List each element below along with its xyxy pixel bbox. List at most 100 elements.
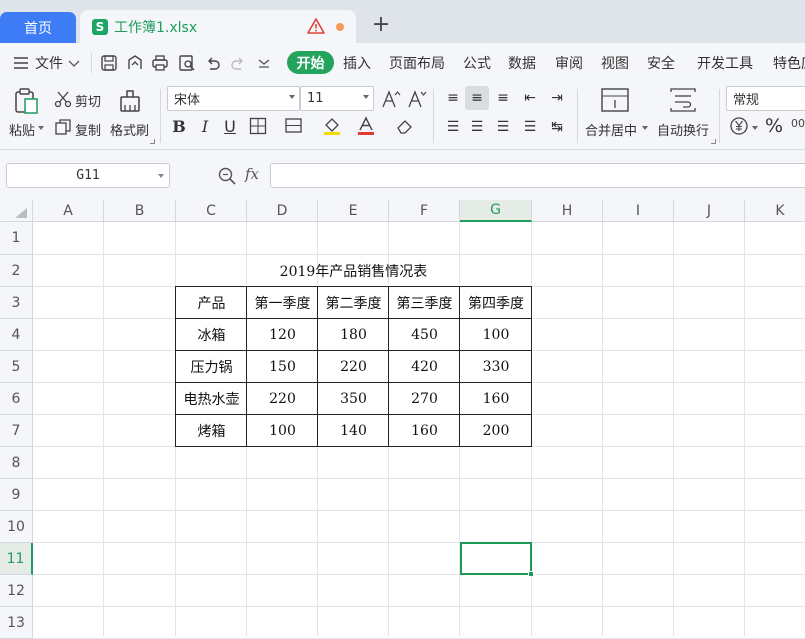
active-cell-selection[interactable] xyxy=(460,542,532,575)
chevron-down-icon[interactable] xyxy=(68,60,80,68)
column-header-j[interactable]: J xyxy=(674,200,745,222)
borders-icon[interactable] xyxy=(249,117,267,135)
export-icon[interactable] xyxy=(126,54,144,72)
column-header-i[interactable]: I xyxy=(603,200,674,222)
table-cell[interactable]: 180 xyxy=(318,319,389,351)
table-cell[interactable]: 烤箱 xyxy=(176,415,247,447)
menu-data[interactable]: 数据 xyxy=(508,53,536,73)
print-icon[interactable] xyxy=(151,54,169,72)
table-cell[interactable]: 220 xyxy=(318,351,389,383)
redo-icon[interactable] xyxy=(229,54,247,72)
table-cell[interactable]: 350 xyxy=(318,383,389,415)
table-cell[interactable]: 120 xyxy=(247,319,318,351)
align-right-icon[interactable]: ☰ xyxy=(491,115,515,139)
menu-view[interactable]: 视图 xyxy=(601,53,629,73)
align-middle-icon[interactable]: ≡ xyxy=(465,86,489,110)
menu-review[interactable]: 审阅 xyxy=(555,53,583,73)
menu-file[interactable]: 文件 xyxy=(35,53,63,73)
row-header-5[interactable]: 5 xyxy=(0,351,33,383)
distributed-icon[interactable]: ↹ xyxy=(545,115,569,139)
wrap-text-icon[interactable] xyxy=(668,87,698,113)
table-cell[interactable]: 330 xyxy=(460,351,532,383)
table-cell[interactable]: 100 xyxy=(247,415,318,447)
row-header-1[interactable]: 1 xyxy=(0,222,33,255)
increase-indent-icon[interactable]: ⇥ xyxy=(545,86,569,110)
paste-button[interactable]: 粘贴 xyxy=(9,120,35,139)
table-cell[interactable]: 160 xyxy=(460,383,532,415)
wrap-text-button[interactable]: 自动换行 xyxy=(657,120,709,139)
row-header-13[interactable]: 13 xyxy=(0,607,33,639)
print-preview-icon[interactable] xyxy=(178,54,196,72)
table-cell[interactable]: 220 xyxy=(247,383,318,415)
row-header-11[interactable]: 11 xyxy=(0,543,33,575)
name-box[interactable]: G11 xyxy=(6,163,170,188)
table-cell[interactable]: 冰箱 xyxy=(176,319,247,351)
column-header-d[interactable]: D xyxy=(247,200,318,222)
tab-home[interactable]: 首页 xyxy=(0,12,76,43)
copy-button[interactable]: 复制 xyxy=(75,120,101,139)
column-header-a[interactable]: A xyxy=(33,200,104,222)
merge-center-button[interactable]: 合并居中 xyxy=(585,120,637,139)
number-format-select[interactable]: 常规 xyxy=(726,86,805,111)
font-size-select[interactable]: 11 xyxy=(300,86,374,111)
table-cell[interactable]: 450 xyxy=(389,319,460,351)
font-color-icon[interactable] xyxy=(357,116,375,136)
select-all-icon[interactable] xyxy=(14,207,28,219)
save-icon[interactable] xyxy=(100,54,118,72)
italic-icon[interactable]: I xyxy=(193,114,217,138)
table-cell[interactable]: 160 xyxy=(389,415,460,447)
column-header-c[interactable]: C xyxy=(176,200,247,222)
column-header-k[interactable]: K xyxy=(745,200,805,222)
select-all-corner[interactable] xyxy=(0,200,33,222)
justify-icon[interactable]: ☰ xyxy=(518,115,542,139)
fill-color-icon[interactable] xyxy=(322,116,342,136)
underline-icon[interactable]: U xyxy=(218,114,242,138)
row-header-10[interactable]: 10 xyxy=(0,511,33,543)
insert-function-icon[interactable]: fx xyxy=(245,165,259,183)
eraser-icon[interactable] xyxy=(395,116,415,136)
bold-icon[interactable]: B xyxy=(167,114,191,138)
row-header-8[interactable]: 8 xyxy=(0,447,33,479)
row-header-2[interactable]: 2 xyxy=(0,255,33,287)
warning-icon[interactable] xyxy=(307,18,325,34)
format-painter-button[interactable]: 格式刷 xyxy=(110,120,149,139)
new-tab-button[interactable]: + xyxy=(370,12,392,37)
menu-formulas[interactable]: 公式 xyxy=(463,53,491,73)
table-cell[interactable]: 100 xyxy=(460,319,532,351)
table-cell[interactable]: 270 xyxy=(389,383,460,415)
tab-workbook[interactable]: S 工作簿1.xlsx xyxy=(80,10,356,43)
table-title[interactable]: 2019年产品销售情况表 xyxy=(176,255,531,287)
table-header-cell[interactable]: 第二季度 xyxy=(318,287,389,319)
alignment-expand-icon[interactable] xyxy=(711,139,716,144)
row-header-12[interactable]: 12 xyxy=(0,575,33,607)
column-header-e[interactable]: E xyxy=(318,200,389,222)
thousands-separator-icon[interactable]: 000 xyxy=(791,117,805,130)
currency-icon[interactable] xyxy=(729,116,749,136)
spreadsheet-grid[interactable]: ABCDEFGHIJK 1 2 3 4 5 6 7 8 9 10 11 12 13 2019年产品销售情… xyxy=(0,200,805,639)
menu-insert[interactable]: 插入 xyxy=(343,53,371,73)
column-header-b[interactable]: B xyxy=(104,200,176,222)
hamburger-icon[interactable] xyxy=(13,56,29,70)
menu-page-layout[interactable]: 页面布局 xyxy=(389,53,445,73)
align-bottom-icon[interactable]: ≡ xyxy=(491,86,515,110)
column-header-f[interactable]: F xyxy=(389,200,460,222)
formula-input[interactable] xyxy=(270,163,805,188)
align-center-icon[interactable]: ☰ xyxy=(465,115,489,139)
row-header-9[interactable]: 9 xyxy=(0,479,33,511)
row-header-3[interactable]: 3 xyxy=(0,287,33,319)
table-cell[interactable]: 200 xyxy=(460,415,532,447)
table-cell[interactable]: 电热水壶 xyxy=(176,383,247,415)
cut-button[interactable]: 剪切 xyxy=(75,91,101,110)
increase-font-icon[interactable] xyxy=(381,89,401,109)
table-cell[interactable]: 140 xyxy=(318,415,389,447)
format-painter-icon[interactable] xyxy=(116,87,144,115)
paste-icon[interactable] xyxy=(12,87,40,115)
menu-features[interactable]: 特色应 xyxy=(773,53,805,73)
table-cell[interactable]: 420 xyxy=(389,351,460,383)
table-header-cell[interactable]: 产品 xyxy=(176,287,247,319)
table-cell[interactable]: 压力锅 xyxy=(176,351,247,383)
fill-handle[interactable] xyxy=(528,571,534,577)
row-header-6[interactable]: 6 xyxy=(0,383,33,415)
row-header-7[interactable]: 7 xyxy=(0,415,33,447)
table-header-cell[interactable]: 第一季度 xyxy=(247,287,318,319)
